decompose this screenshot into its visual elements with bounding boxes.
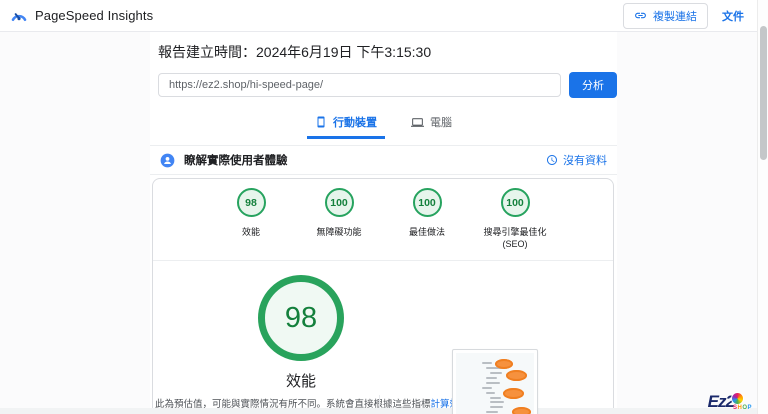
thumbnail-text-line — [490, 406, 503, 408]
laptop-icon — [411, 116, 424, 129]
score-best-practices[interactable]: 100 最佳做法 — [392, 188, 462, 250]
vertical-scrollbar[interactable] — [757, 0, 768, 414]
tab-desktop[interactable]: 電腦 — [403, 110, 460, 139]
thumbnail-text-line — [490, 401, 504, 403]
thumbnail-highlight-blob — [512, 407, 531, 414]
url-bar: 分析 — [158, 72, 617, 98]
score-seo[interactable]: 100 搜尋引擎最佳化 (SEO) — [480, 188, 550, 250]
field-data-title: 瞭解實際使用者體驗 — [184, 152, 288, 168]
thumbnail-highlight-blob — [495, 359, 513, 369]
no-data-label: 沒有資料 — [563, 152, 607, 168]
thumbnail-text-line — [486, 382, 500, 384]
thumbnail-text-line — [486, 411, 498, 413]
docs-link[interactable]: 文件 — [722, 8, 744, 24]
category-scores-row: 98 效能 100 無障礙功能 100 最佳做法 100 搜尋引擎最佳化 (SE… — [153, 179, 613, 250]
score-best-practices-label: 最佳做法 — [392, 226, 462, 238]
score-seo-label: 搜尋引擎最佳化 (SEO) — [480, 226, 550, 250]
thumbnail-text-line — [482, 362, 492, 364]
score-accessibility-label: 無障礙功能 — [304, 226, 374, 238]
smartphone-icon — [315, 116, 327, 128]
score-accessibility[interactable]: 100 無障礙功能 — [304, 188, 374, 250]
thumbnail-highlight-blob — [503, 388, 524, 399]
report-created-time: 報告建立時間：2024年6月19日 下午3:15:30 — [158, 42, 617, 62]
analyze-button[interactable]: 分析 — [569, 72, 617, 98]
thumbnail-highlight-blob — [506, 370, 527, 381]
page-screenshot-thumbnail[interactable] — [452, 349, 538, 414]
score-performance-value: 98 — [237, 188, 266, 217]
tab-mobile[interactable]: 行動裝置 — [307, 110, 385, 139]
main-content: 報告建立時間：2024年6月19日 下午3:15:30 分析 行動裝置 電腦 — [150, 32, 617, 414]
ez2-rainbow-circle-icon — [731, 392, 744, 405]
thumbnail-text-line — [482, 387, 492, 389]
performance-gauge: 98 — [258, 275, 344, 361]
users-icon — [160, 153, 175, 168]
thumbnail-text-line — [490, 372, 502, 374]
app-header: PageSpeed Insights 複製連結 文件 — [0, 0, 768, 32]
field-data-section-header[interactable]: 瞭解實際使用者體驗 沒有資料 — [150, 146, 617, 174]
score-accessibility-value: 100 — [325, 188, 354, 217]
copy-link-label: 複製連結 — [653, 8, 697, 24]
score-performance-label: 效能 — [216, 226, 286, 238]
performance-detail: 98 效能 此為預估值，可能與實際情況有所不同。系統會直接根據這些指標計算效能分… — [153, 261, 613, 414]
speedometer-logo-icon — [10, 7, 28, 25]
clock-icon — [546, 154, 558, 166]
page-screenshot-content — [456, 353, 534, 414]
thumbnail-text-line — [490, 397, 501, 399]
performance-gauge-label: 效能 — [153, 370, 449, 391]
pagespeed-insights-page: PageSpeed Insights 複製連結 文件 報告建立時間：2024年6… — [0, 0, 768, 414]
ez2-brand-text: Ez2 — [708, 392, 734, 412]
device-tabs: 行動裝置 電腦 — [150, 110, 617, 139]
app-logo[interactable]: PageSpeed Insights — [10, 7, 153, 25]
url-input[interactable] — [158, 73, 561, 97]
copy-link-button[interactable]: 複製連結 — [623, 3, 708, 29]
score-best-practices-value: 100 — [413, 188, 442, 217]
thumbnail-text-line — [486, 377, 497, 379]
performance-gauge-block: 98 效能 此為預估值，可能與實際情況有所不同。系統會直接根據這些指標計算效能分… — [153, 261, 449, 414]
performance-report-card: 98 效能 100 無障礙功能 100 最佳做法 100 搜尋引擎最佳化 (SE… — [152, 178, 614, 414]
no-data-status[interactable]: 沒有資料 — [546, 152, 607, 168]
scrollbar-thumb[interactable] — [760, 26, 767, 160]
app-title: PageSpeed Insights — [35, 8, 153, 23]
tab-desktop-label: 電腦 — [430, 114, 452, 130]
tab-mobile-label: 行動裝置 — [333, 114, 377, 130]
score-performance[interactable]: 98 效能 — [216, 188, 286, 250]
footer-band — [0, 408, 757, 414]
score-seo-value: 100 — [501, 188, 530, 217]
ez2-shop-watermark: Ez2 SHOP — [708, 392, 752, 412]
ez2-shop-text: SHOP — [733, 405, 752, 411]
link-icon — [634, 9, 647, 22]
thumbnail-text-line — [486, 392, 495, 394]
